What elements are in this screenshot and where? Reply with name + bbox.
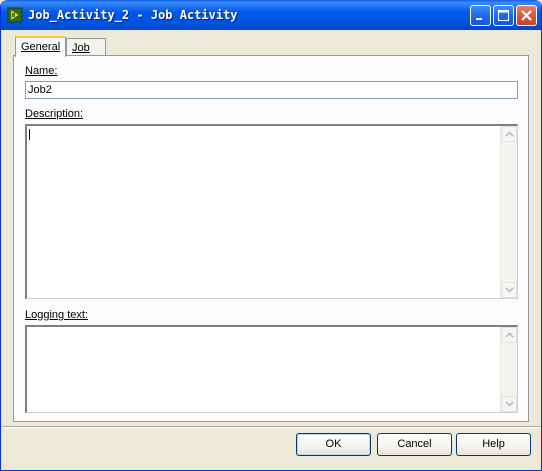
scroll-up-arrow-icon xyxy=(505,332,514,338)
description-scroll-down-button[interactable] xyxy=(501,282,517,298)
minimize-button[interactable] xyxy=(470,5,491,26)
scroll-down-arrow-icon xyxy=(505,287,514,293)
tab-general-label: General xyxy=(21,41,61,53)
logging-text-label: Logging text: xyxy=(25,309,88,321)
logging-text-textarea[interactable] xyxy=(25,325,518,413)
close-button[interactable] xyxy=(516,5,537,26)
cancel-button[interactable]: Cancel xyxy=(377,433,452,456)
title-bar[interactable]: Job_Activity_2 - Job Activity xyxy=(1,0,541,30)
scroll-down-arrow-icon xyxy=(505,401,514,407)
tab-job[interactable]: Job xyxy=(66,38,106,56)
ok-button[interactable]: OK xyxy=(296,433,371,456)
tab-general[interactable]: General xyxy=(15,36,66,57)
button-area-divider xyxy=(1,426,541,428)
window-title: Job_Activity_2 - Job Activity xyxy=(28,8,238,22)
job-activity-dialog: Job_Activity_2 - Job Activity General Jo… xyxy=(0,0,542,471)
logging-scrollbar[interactable] xyxy=(500,327,517,412)
description-scroll-up-button[interactable] xyxy=(501,126,517,142)
minimize-icon xyxy=(476,18,482,20)
text-caret xyxy=(29,129,30,140)
help-button[interactable]: Help xyxy=(456,433,531,456)
maximize-icon xyxy=(498,10,509,21)
close-icon xyxy=(521,10,532,21)
name-input[interactable]: Job2 xyxy=(25,81,518,99)
job-activity-icon xyxy=(7,7,23,23)
description-label: Description: xyxy=(25,108,84,120)
scroll-up-arrow-icon xyxy=(505,131,514,137)
logging-scroll-up-button[interactable] xyxy=(501,327,517,343)
maximize-button[interactable] xyxy=(493,5,514,26)
description-scrollbar[interactable] xyxy=(500,126,517,298)
description-textarea[interactable] xyxy=(25,124,518,299)
logging-scroll-down-button[interactable] xyxy=(501,396,517,412)
name-label: Name: xyxy=(25,65,58,77)
tab-job-label: Job xyxy=(72,42,90,54)
general-tab-panel: Name: Job2 Description: Logging text: xyxy=(13,55,529,422)
